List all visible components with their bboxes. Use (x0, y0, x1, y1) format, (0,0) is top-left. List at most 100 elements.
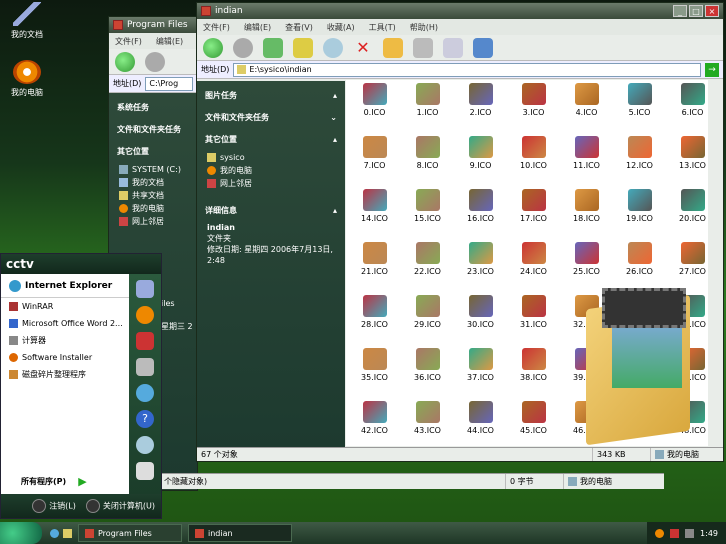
link-network[interactable]: 网上邻居 (119, 215, 189, 228)
file-item[interactable]: 30.ICO (454, 292, 507, 345)
pen-icon[interactable] (136, 280, 154, 298)
g-tray-icon[interactable] (655, 528, 665, 538)
copy-to-icon[interactable] (443, 37, 463, 58)
folders-icon[interactable] (383, 37, 403, 58)
file-tasks-header[interactable]: 文件和文件夹任务 (117, 121, 191, 137)
file-item[interactable]: 12.ICO (613, 133, 666, 186)
desktop-icon-my-documents[interactable]: 我的文档 (4, 2, 50, 40)
system-tasks-header[interactable]: 系统任务 (117, 99, 191, 115)
link-sysico[interactable]: sysico (207, 151, 335, 164)
file-item[interactable]: 7.ICO (348, 133, 401, 186)
file-item[interactable]: 18.ICO (560, 186, 613, 239)
link-my-computer[interactable]: 我的电脑 (119, 202, 189, 215)
file-item[interactable]: 0.ICO (348, 80, 401, 133)
other-places-header[interactable]: 其它位置 (117, 143, 191, 159)
refresh-icon[interactable] (263, 37, 283, 58)
file-item[interactable]: 13.ICO (666, 133, 719, 186)
file-item[interactable]: 37.ICO (454, 345, 507, 398)
menu-file[interactable]: 文件(F) (115, 36, 142, 47)
search-icon[interactable] (136, 436, 154, 454)
picture-tasks-header[interactable]: 图片任务 ▴ (205, 87, 337, 103)
file-item[interactable]: 11.ICO (560, 133, 613, 186)
link-shared-documents[interactable]: 共享文档 (119, 189, 189, 202)
file-item[interactable]: 21.ICO (348, 239, 401, 292)
back-icon[interactable] (115, 51, 135, 72)
ie-quicklaunch-icon[interactable] (50, 528, 59, 538)
file-item[interactable]: 16.ICO (454, 186, 507, 239)
file-item[interactable]: 14.ICO (348, 186, 401, 239)
folder-quicklaunch-icon[interactable] (63, 528, 72, 538)
search-icon[interactable] (323, 37, 343, 58)
file-item[interactable]: 23.ICO (454, 239, 507, 292)
file-item[interactable]: 17.ICO (507, 186, 560, 239)
title-bar[interactable]: indian _ □ × (197, 3, 723, 19)
file-item[interactable]: 45.ICO (507, 398, 560, 451)
desktop-icon-my-computer[interactable]: 我的电脑 (4, 60, 50, 98)
go-button[interactable]: → (705, 62, 719, 77)
forward-icon[interactable] (233, 37, 253, 58)
forward-icon[interactable] (145, 51, 165, 72)
file-item[interactable]: 28.ICO (348, 292, 401, 345)
file-item[interactable]: 29.ICO (401, 292, 454, 345)
other-places-header[interactable]: 其它位置 ▴ (205, 131, 337, 147)
views-icon[interactable] (473, 37, 493, 58)
control-panel-icon[interactable] (136, 358, 154, 376)
link-system-c[interactable]: SYSTEM (C:) (119, 163, 189, 176)
details-header[interactable]: 详细信息 ▴ (205, 202, 337, 218)
file-item[interactable]: 22.ICO (401, 239, 454, 292)
program-software-installer[interactable]: Software Installer (1, 349, 129, 366)
delete-icon[interactable]: ✕ (353, 38, 373, 58)
network-tray-icon[interactable] (670, 528, 680, 538)
file-item[interactable]: 36.ICO (401, 345, 454, 398)
file-item[interactable]: 8.ICO (401, 133, 454, 186)
run-icon[interactable] (136, 462, 154, 480)
menu-edit[interactable]: 编辑(E) (244, 22, 271, 33)
link-network[interactable]: 网上邻居 (207, 177, 335, 190)
file-item[interactable]: 43.ICO (401, 398, 454, 451)
start-button[interactable] (0, 522, 42, 544)
menu-edit[interactable]: 编辑(E) (156, 36, 183, 47)
file-item[interactable]: 15.ICO (401, 186, 454, 239)
file-item[interactable]: 35.ICO (348, 345, 401, 398)
shutdown-button[interactable]: 关闭计算机(U) (85, 499, 155, 513)
up-folder-icon[interactable] (293, 37, 313, 58)
title-bar[interactable]: Program Files (109, 17, 197, 33)
file-item[interactable]: 31.ICO (507, 292, 560, 345)
link-my-computer[interactable]: 我的电脑 (207, 164, 335, 177)
link-my-documents[interactable]: 我的文档 (119, 176, 189, 189)
red-square-icon[interactable] (136, 332, 154, 350)
minimize-button[interactable]: _ (673, 5, 687, 17)
file-item[interactable]: 4.ICO (560, 80, 613, 133)
move-to-icon[interactable] (413, 37, 433, 58)
program-internet-explorer[interactable]: Internet Explorer (1, 274, 129, 298)
file-item[interactable]: 6.ICO (666, 80, 719, 133)
program-word[interactable]: Microsoft Office Word 2... (1, 315, 129, 332)
all-programs-button[interactable]: 所有程序(P) ▶ (21, 475, 87, 488)
file-item[interactable]: 3.ICO (507, 80, 560, 133)
file-item[interactable]: 9.ICO (454, 133, 507, 186)
menu-favorites[interactable]: 收藏(A) (327, 22, 355, 33)
file-item[interactable]: 24.ICO (507, 239, 560, 292)
menu-help[interactable]: 帮助(H) (410, 22, 438, 33)
file-item[interactable]: 19.ICO (613, 186, 666, 239)
menu-tools[interactable]: 工具(T) (369, 22, 396, 33)
file-item[interactable]: 1.ICO (401, 80, 454, 133)
program-winrar[interactable]: WinRAR (1, 298, 129, 315)
program-calculator[interactable]: 计算器 (1, 332, 129, 349)
address-input[interactable]: E:\sysico\indian (233, 62, 701, 77)
g-logo-icon[interactable] (136, 306, 154, 324)
address-input[interactable]: C:\Prog (145, 76, 193, 91)
close-button[interactable]: × (705, 5, 719, 17)
file-item[interactable]: 20.ICO (666, 186, 719, 239)
file-item[interactable]: 44.ICO (454, 398, 507, 451)
menu-view[interactable]: 查看(V) (285, 22, 313, 33)
network-globe-icon[interactable] (136, 384, 154, 402)
file-item[interactable]: 2.ICO (454, 80, 507, 133)
logoff-button[interactable]: 注销(L) (32, 499, 76, 513)
help-icon[interactable]: ? (136, 410, 154, 428)
back-icon[interactable] (203, 37, 223, 58)
maximize-button[interactable]: □ (689, 5, 703, 17)
file-tasks-header[interactable]: 文件和文件夹任务 ⌄ (205, 109, 337, 125)
volume-tray-icon[interactable] (685, 528, 695, 538)
file-item[interactable]: 38.ICO (507, 345, 560, 398)
